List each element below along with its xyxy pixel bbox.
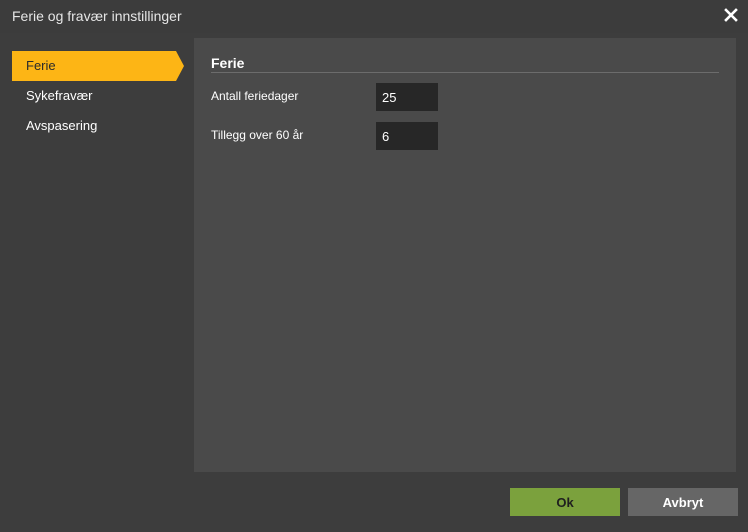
sidebar-item-avspasering[interactable]: Avspasering xyxy=(12,111,194,141)
extra-days-over-60-label: Tillegg over 60 år xyxy=(211,128,304,142)
sidebar: Ferie Sykefravær Avspasering xyxy=(12,51,194,141)
close-icon[interactable] xyxy=(724,8,738,22)
extra-days-over-60-input[interactable] xyxy=(376,122,438,150)
dialog-title: Ferie og fravær innstillinger xyxy=(12,8,182,24)
title-bar: Ferie og fravær innstillinger xyxy=(0,0,748,33)
ok-button[interactable]: Ok xyxy=(510,488,620,516)
vacation-days-label: Antall feriedager xyxy=(211,89,299,103)
sidebar-item-label: Avspasering xyxy=(26,118,98,133)
section-title: Ferie xyxy=(211,55,245,71)
cancel-button[interactable]: Avbryt xyxy=(628,488,738,516)
sidebar-item-sykefravaer[interactable]: Sykefravær xyxy=(12,81,194,111)
sidebar-item-label: Sykefravær xyxy=(26,88,93,103)
settings-dialog: Ferie og fravær innstillinger Ferie Syke… xyxy=(0,0,748,532)
sidebar-item-ferie[interactable]: Ferie xyxy=(12,51,184,81)
vacation-days-input[interactable] xyxy=(376,83,438,111)
settings-panel: Ferie Antall feriedager Tillegg over 60 … xyxy=(194,38,736,472)
sidebar-item-label: Ferie xyxy=(26,58,56,73)
section-divider xyxy=(211,72,719,73)
